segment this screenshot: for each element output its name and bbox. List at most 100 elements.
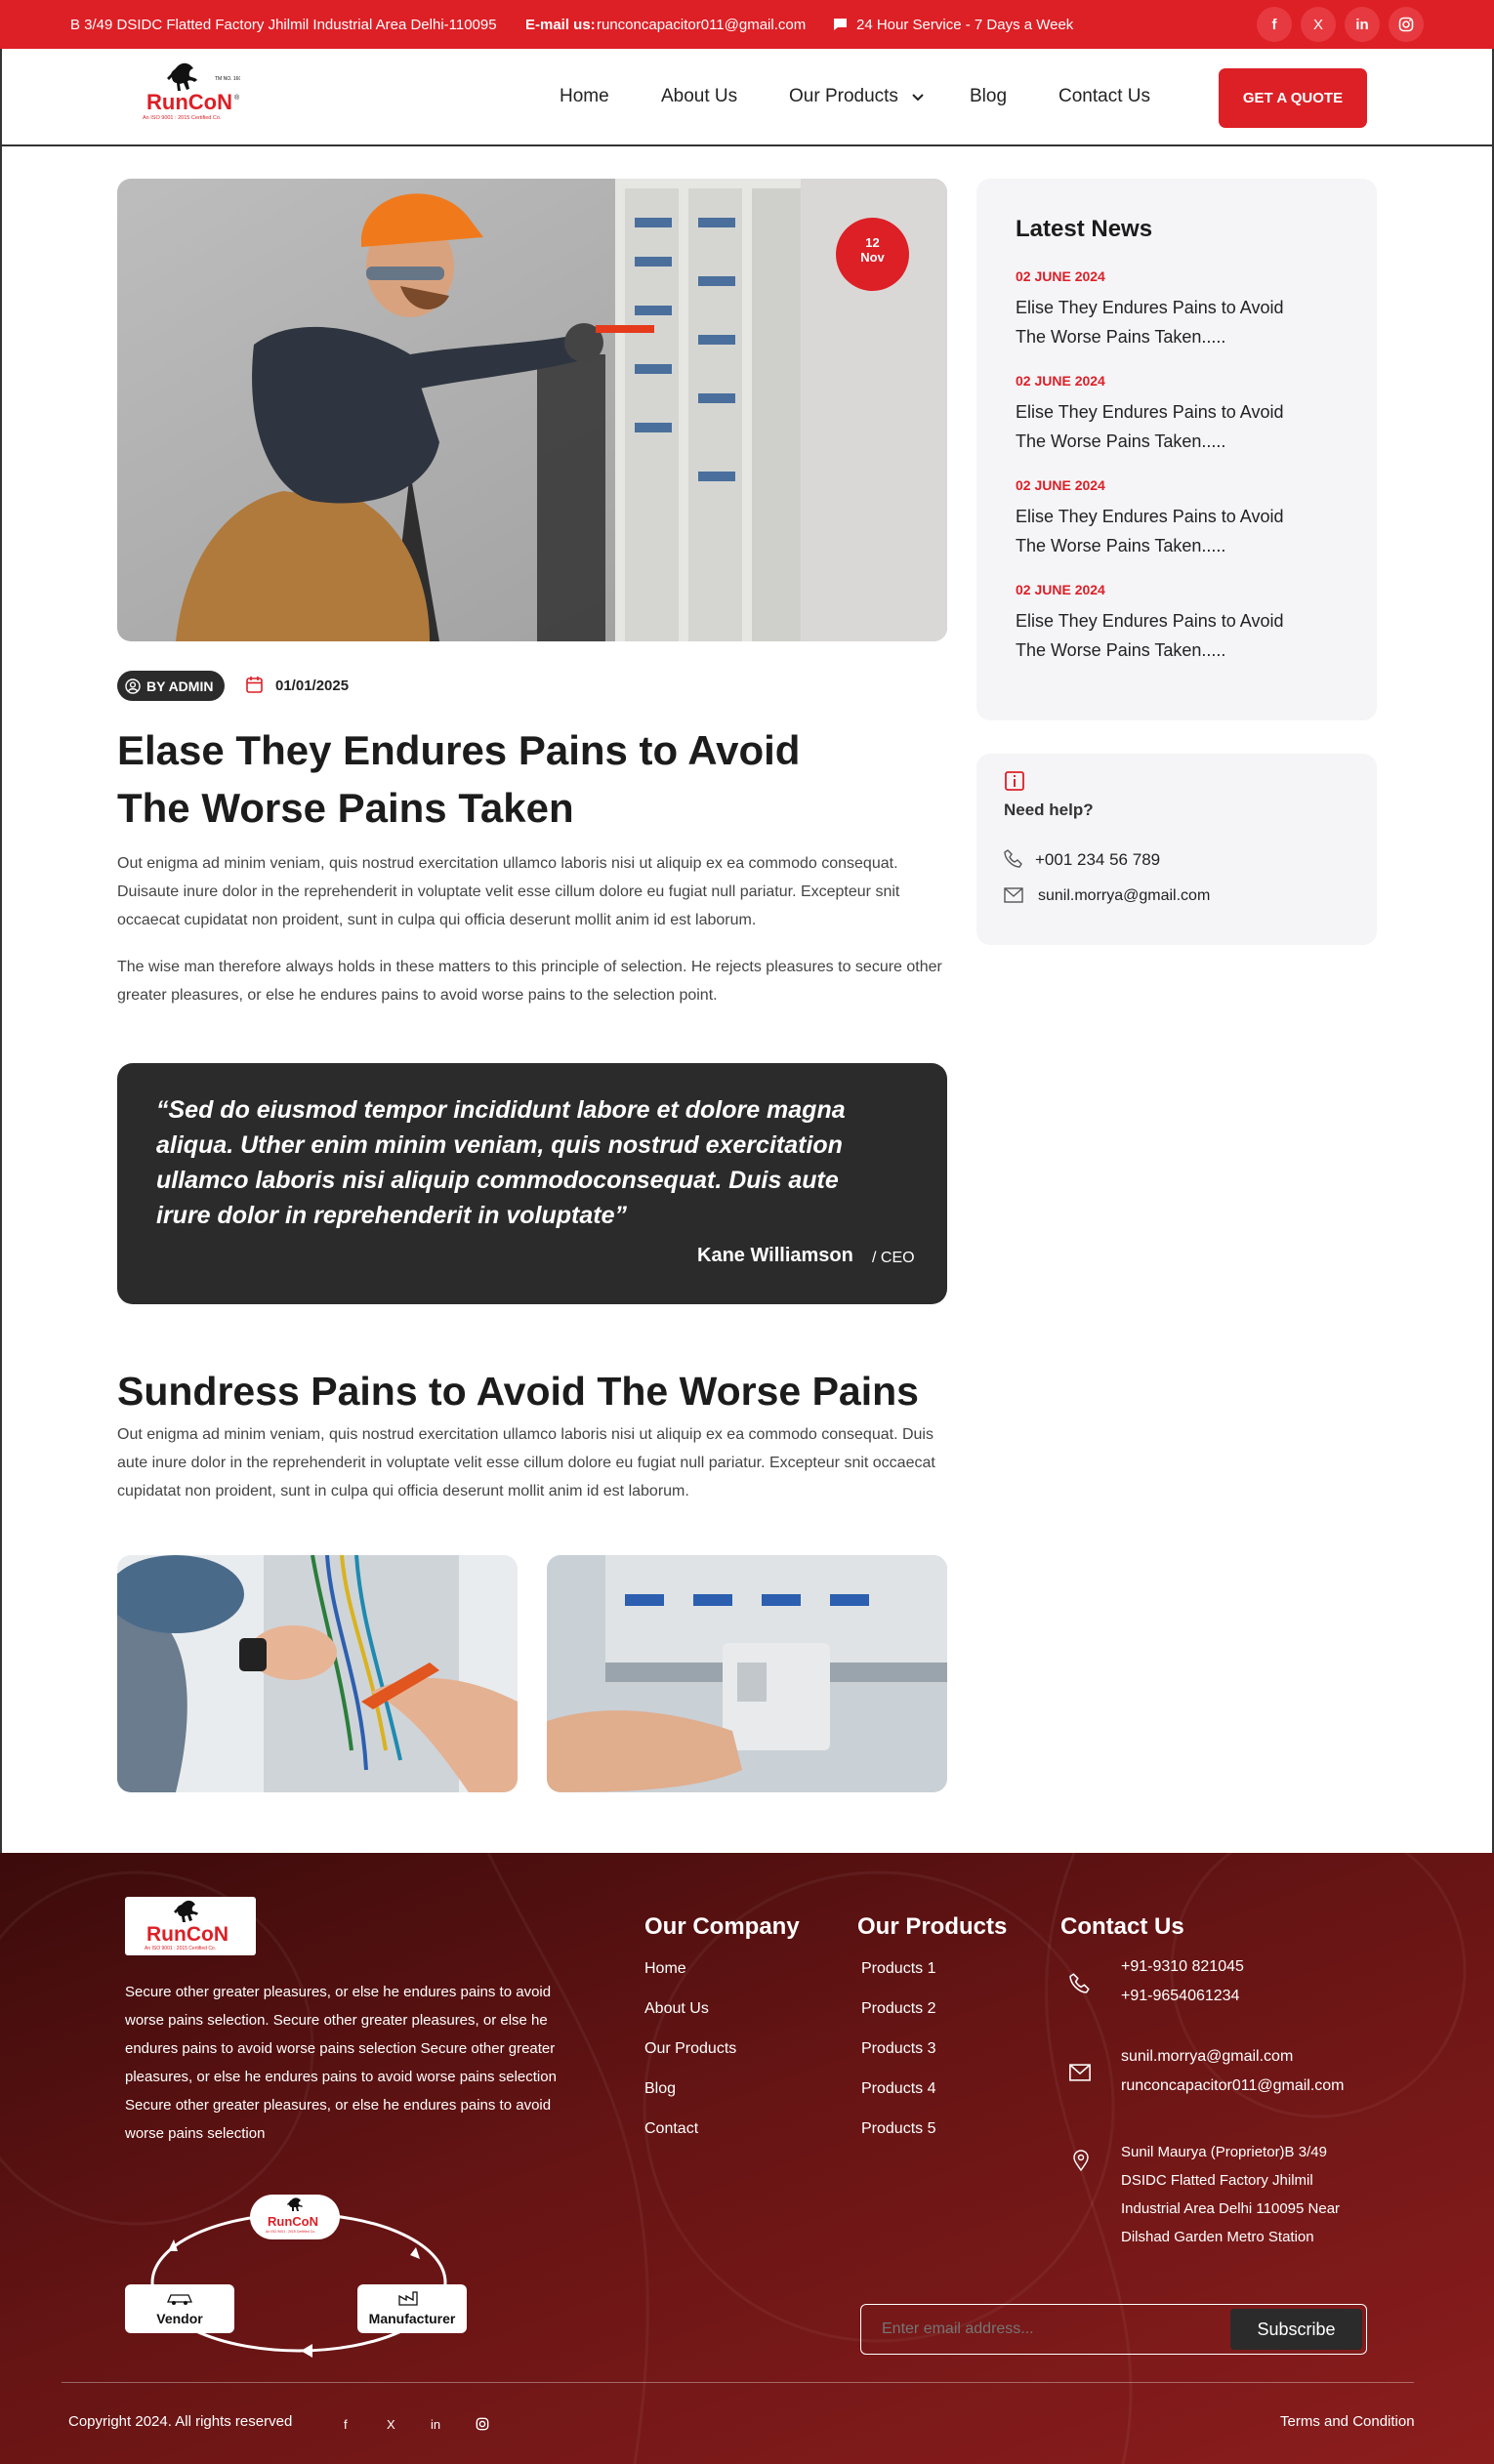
topbar-service: 24 Hour Service - 7 Days a Week <box>856 17 1074 33</box>
news-date: 02 JUNE 2024 <box>1016 373 1105 389</box>
quote-text: “Sed do eiusmod tempor incididunt labore… <box>156 1096 846 1229</box>
footer-about-text: Secure other greater pleasures, or else … <box>125 1984 557 2142</box>
footer-email-2[interactable]: runconcapacitor011@gmail.com <box>1121 2077 1345 2095</box>
footer-product-link[interactable]: Products 2 <box>861 2000 935 2018</box>
news-item-link[interactable]: Elise They Endures Pains to Avoid The Wo… <box>1016 606 1308 665</box>
nav-home[interactable]: Home <box>560 86 609 107</box>
svg-text:RunCoN: RunCoN <box>146 90 232 114</box>
image-breaker <box>547 1555 947 1792</box>
svg-text:An ISO 9001 : 2015 Certified C: An ISO 9001 : 2015 Certified Co. <box>266 2230 315 2234</box>
linkedin-icon[interactable]: in <box>431 2417 440 2432</box>
news-item-link[interactable]: Elise They Endures Pains to Avoid The Wo… <box>1016 502 1308 560</box>
topbar-email-label: E-mail us: <box>525 17 596 33</box>
terms-link[interactable]: Terms and Condition <box>1280 2413 1415 2430</box>
copyright-text: Copyright 2024. All rights reserved <box>68 2413 293 2430</box>
get-a-quote-button[interactable]: GET A QUOTE <box>1219 68 1367 128</box>
mail-icon <box>1004 887 1023 908</box>
footer-divider <box>62 2382 1414 2383</box>
footer-link-blog[interactable]: Blog <box>644 2080 676 2098</box>
footer-email-1[interactable]: sunil.morrya@gmail.com <box>1121 2048 1293 2066</box>
topbar-email[interactable]: runconcapacitor011@gmail.com <box>597 17 806 33</box>
diagram-vendor-label: Vendor <box>156 2311 203 2326</box>
footer-product-link[interactable]: Products 3 <box>861 2040 935 2058</box>
footer-logo[interactable]: RunCoN An ISO 9001 : 2015 Certified Co. <box>125 1897 256 1955</box>
image-wiring <box>117 1555 518 1792</box>
subscribe-button[interactable]: Subscribe <box>1230 2309 1362 2350</box>
svg-text:An ISO 9001 : 2015 Certified C: An ISO 9001 : 2015 Certified Co. <box>143 115 222 121</box>
section-subtitle: Sundress Pains to Avoid The Worse Pains <box>117 1369 919 1414</box>
footer-phone-2[interactable]: +91-9654061234 <box>1121 1988 1239 2005</box>
footer-link-contact[interactable]: Contact <box>644 2120 698 2138</box>
svg-text:®: ® <box>234 94 240 102</box>
post-date-month: Nov <box>860 250 885 265</box>
post-date: 01/01/2025 <box>275 678 350 694</box>
news-item-link[interactable]: Elise They Endures Pains to Avoid The Wo… <box>1016 397 1308 456</box>
subscribe-form: Subscribe <box>860 2304 1367 2355</box>
vendor-manufacturer-diagram: RunCoN An ISO 9001 : 2015 Certified Co. … <box>125 2193 472 2363</box>
diagram-vendor-node: Vendor <box>125 2284 234 2333</box>
footer-link-about[interactable]: About Us <box>644 2000 709 2018</box>
site-header: TM NO. 1604826 RunCoN ® An ISO 9001 : 20… <box>0 49 1494 146</box>
news-date: 02 JUNE 2024 <box>1016 477 1105 493</box>
footer-contact-title: Contact Us <box>1060 1913 1184 1940</box>
author-label: BY ADMIN <box>146 678 214 694</box>
post-paragraph-1: Out enigma ad minim veniam, quis nostrud… <box>117 855 900 928</box>
svg-text:RunCoN: RunCoN <box>268 2214 318 2229</box>
post-title: Elase They Endures Pains to Avoid The Wo… <box>117 727 801 831</box>
calendar-icon <box>245 676 264 699</box>
factory-icon <box>357 2290 467 2311</box>
footer-phone-1[interactable]: +91-9310 821045 <box>1121 1958 1244 1976</box>
user-icon <box>125 678 141 694</box>
topbar-address: B 3/49 DSIDC Flatted Factory Jhilmil Ind… <box>70 17 497 33</box>
phone-icon <box>1069 1972 1091 1998</box>
author-badge[interactable]: BY ADMIN <box>117 671 225 701</box>
site-footer: RunCoN An ISO 9001 : 2015 Certified Co. … <box>0 1853 1494 2464</box>
footer-product-link[interactable]: Products 4 <box>861 2080 935 2098</box>
top-bar: B 3/49 DSIDC Flatted Factory Jhilmil Ind… <box>0 0 1494 49</box>
info-icon <box>1004 770 1025 797</box>
x-twitter-icon[interactable]: X <box>1301 7 1336 42</box>
phone-icon <box>1004 848 1023 873</box>
instagram-icon[interactable] <box>476 2417 489 2436</box>
post-date-badge: 12 Nov <box>836 218 909 291</box>
nav-about-us[interactable]: About Us <box>661 86 737 107</box>
post-date-day: 12 <box>865 235 880 250</box>
location-pin-icon <box>1072 2150 1090 2176</box>
need-help-card: Need help? +001 234 56 789 sunil.morrya@… <box>976 754 1377 945</box>
footer-products-title: Our Products <box>857 1913 1008 1940</box>
instagram-icon[interactable] <box>1389 7 1424 42</box>
chat-icon <box>833 18 848 35</box>
facebook-icon[interactable]: f <box>344 2417 348 2432</box>
footer-company-title: Our Company <box>644 1913 800 1940</box>
facebook-icon[interactable]: f <box>1257 7 1292 42</box>
news-item-link[interactable]: Elise They Endures Pains to Avoid The Wo… <box>1016 293 1308 351</box>
footer-address: Sunil Maurya (Proprietor)B 3/49 DSIDC Fl… <box>1121 2144 1341 2245</box>
post-paragraph-3: Out enigma ad minim veniam, quis nostrud… <box>117 1426 935 1499</box>
footer-product-link[interactable]: Products 5 <box>861 2120 935 2138</box>
latest-news-card: Latest News 02 JUNE 2024 Elise They Endu… <box>976 179 1377 720</box>
quote-role: / CEO <box>872 1250 915 1266</box>
chevron-down-icon[interactable] <box>912 90 924 107</box>
diagram-manufacturer-label: Manufacturer <box>368 2311 456 2326</box>
subscribe-email-input[interactable] <box>862 2306 1233 2353</box>
help-email[interactable]: sunil.morrya@gmail.com <box>1038 887 1210 905</box>
nav-blog[interactable]: Blog <box>970 86 1007 107</box>
nav-contact-us[interactable]: Contact Us <box>1058 86 1150 107</box>
linkedin-icon[interactable]: in <box>1345 7 1380 42</box>
footer-product-link[interactable]: Products 1 <box>861 1960 935 1978</box>
latest-news-title: Latest News <box>1016 216 1153 242</box>
svg-text:TM NO. 1604826: TM NO. 1604826 <box>215 76 240 82</box>
footer-link-products[interactable]: Our Products <box>644 2040 736 2058</box>
x-twitter-icon[interactable]: X <box>387 2417 395 2432</box>
help-phone[interactable]: +001 234 56 789 <box>1035 850 1160 870</box>
nav-our-products[interactable]: Our Products <box>789 86 898 107</box>
footer-link-home[interactable]: Home <box>644 1960 686 1978</box>
need-help-title: Need help? <box>1004 801 1094 819</box>
diagram-manufacturer-node: Manufacturer <box>357 2284 467 2333</box>
news-date: 02 JUNE 2024 <box>1016 582 1105 597</box>
logo[interactable]: TM NO. 1604826 RunCoN ® An ISO 9001 : 20… <box>133 57 253 125</box>
post-paragraph-2: The wise man therefore always holds in t… <box>117 959 942 1004</box>
diagram-brand-node: RunCoN An ISO 9001 : 2015 Certified Co. <box>250 2195 340 2239</box>
svg-text:RunCoN: RunCoN <box>146 1923 228 1946</box>
blockquote: “Sed do eiusmod tempor incididunt labore… <box>117 1063 947 1304</box>
